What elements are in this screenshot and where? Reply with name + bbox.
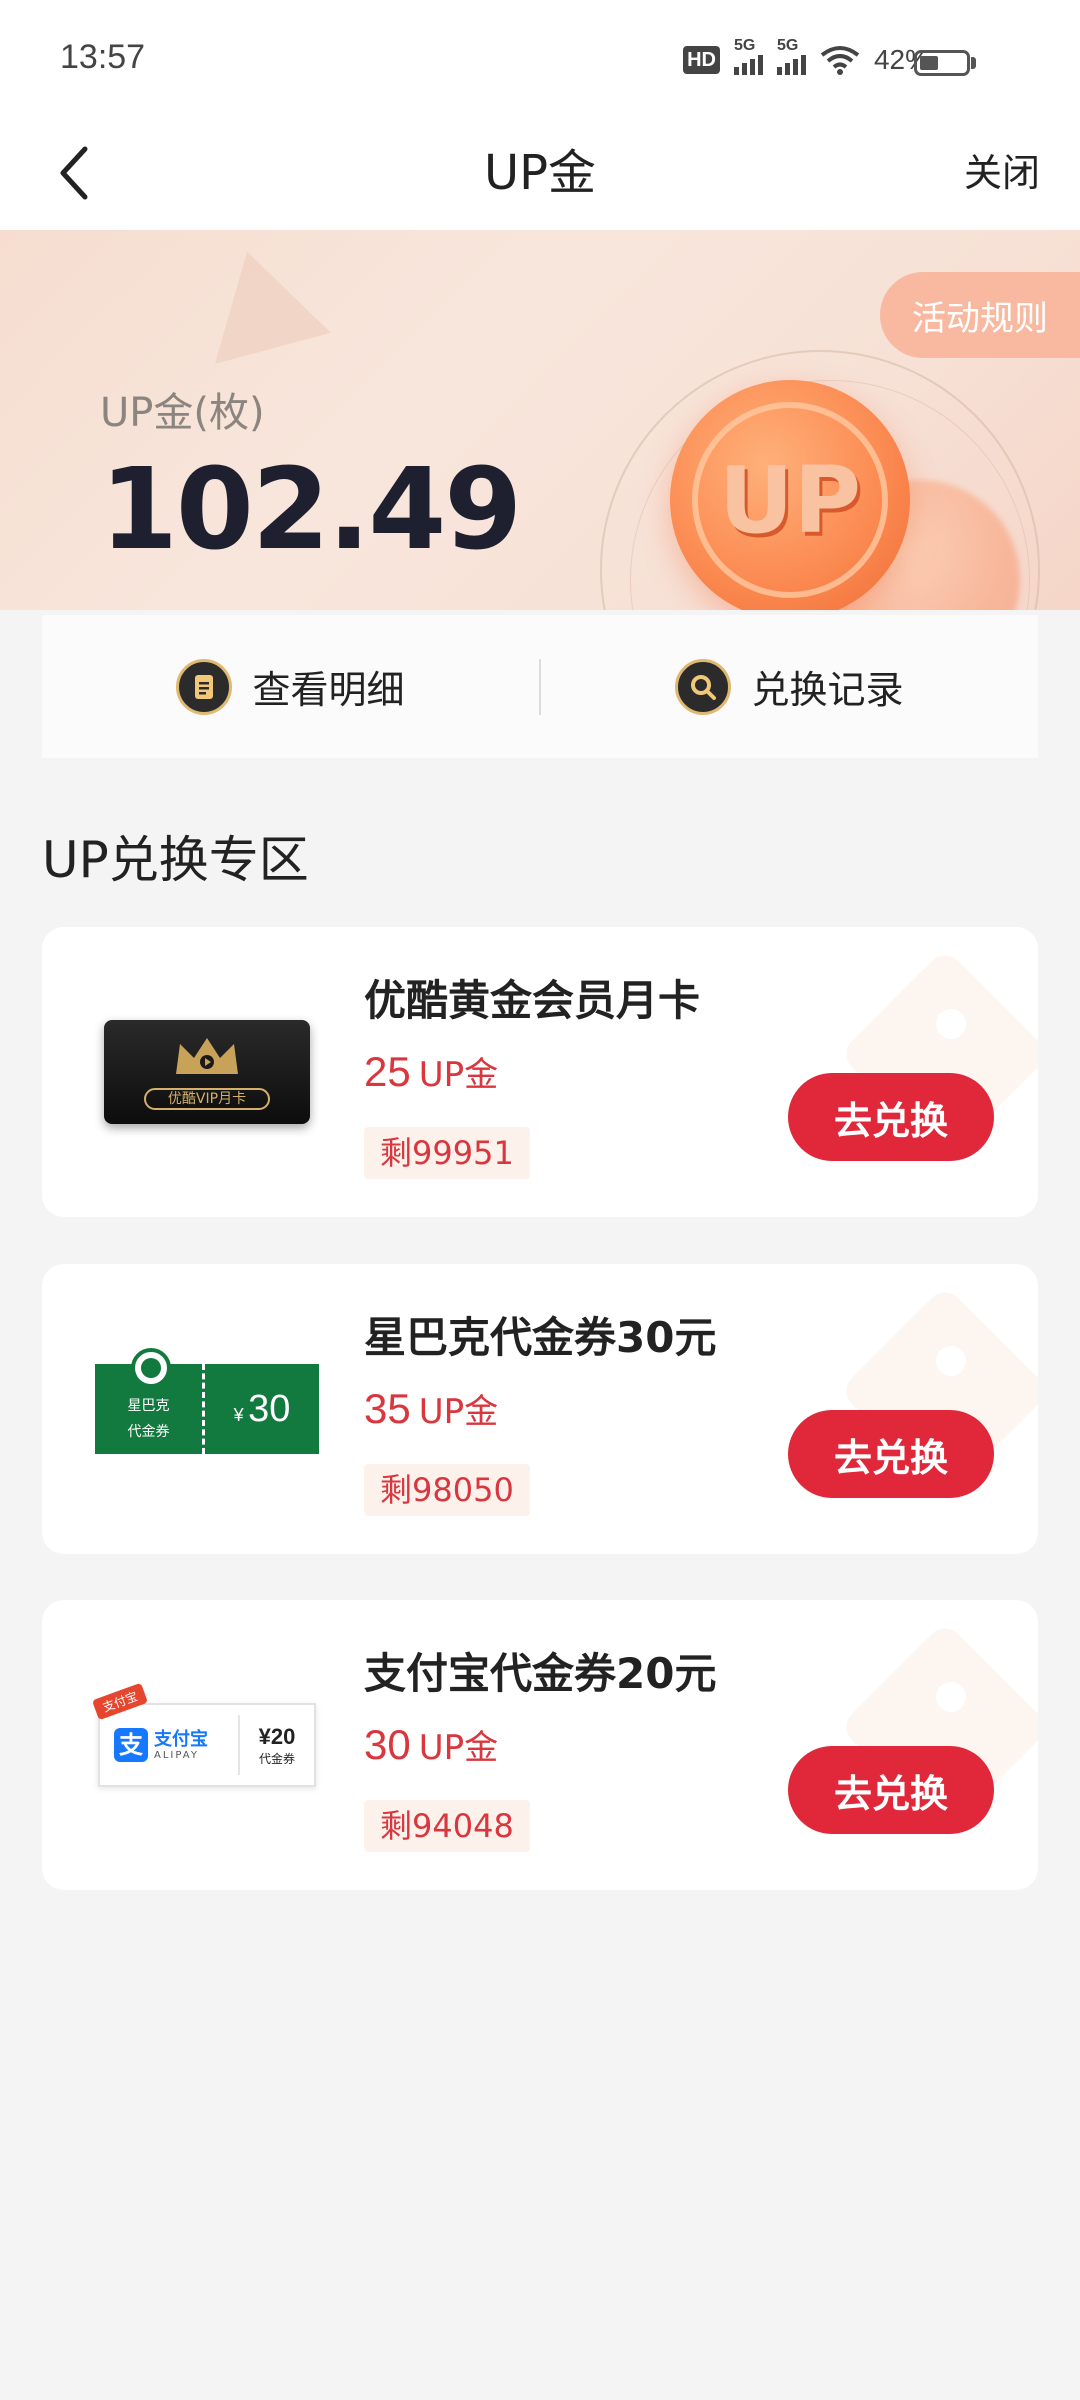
product-card: 星巴克 代金券 ¥ 30 星巴克代金券30元 35 UP金 剩98050 去兑换 bbox=[42, 1264, 1038, 1554]
up-coin-icon: UP bbox=[670, 380, 910, 610]
product-price: 30 UP金 bbox=[364, 1720, 498, 1769]
close-button[interactable]: 关闭 bbox=[964, 138, 1040, 208]
tag-hole bbox=[936, 1009, 966, 1039]
view-details-button[interactable]: 查看明细 bbox=[42, 615, 539, 758]
price-value: 30 bbox=[364, 1721, 411, 1768]
balance-value: 102.49 bbox=[100, 445, 522, 575]
starbucks-logo-icon bbox=[131, 1348, 171, 1388]
status-icons: HD 5G 5G 42% bbox=[683, 37, 930, 80]
document-icon bbox=[176, 658, 233, 715]
product-title: 优酷黄金会员月卡 bbox=[364, 976, 701, 1025]
exchange-history-label: 兑换记录 bbox=[751, 668, 904, 712]
battery-level bbox=[920, 56, 939, 70]
voucher-currency: ¥ bbox=[233, 1404, 244, 1425]
up-coin-text: UP bbox=[692, 402, 888, 598]
signal-5g-icon: 5G bbox=[733, 37, 763, 75]
alipay-brand-block: 支付宝 ALIPAY bbox=[154, 1728, 208, 1761]
crown-icon bbox=[176, 1038, 238, 1074]
price-unit: UP金 bbox=[418, 1392, 499, 1432]
product-card: 优酷VIP月卡 优酷黄金会员月卡 25 UP金 剩99951 去兑换 bbox=[42, 927, 1038, 1217]
section-title: UP兑换专区 bbox=[42, 831, 309, 889]
wifi-icon bbox=[820, 46, 860, 75]
hd-icon: HD bbox=[683, 46, 720, 74]
product-card: 支付宝 支 支付宝 ALIPAY ¥20 代金券 支付宝代金券20元 30 UP… bbox=[42, 1600, 1038, 1890]
balance-hero: UP 活动规则 UP金(枚) 102.49 bbox=[0, 230, 1080, 610]
stock-badge: 剩98050 bbox=[364, 1464, 530, 1516]
product-image: 优酷VIP月卡 bbox=[82, 967, 332, 1177]
voucher-right: ¥20 代金券 bbox=[240, 1724, 314, 1767]
product-image: 支付宝 支 支付宝 ALIPAY ¥20 代金券 bbox=[82, 1640, 332, 1850]
stock-badge: 剩99951 bbox=[364, 1127, 530, 1179]
product-price: 25 UP金 bbox=[364, 1047, 498, 1096]
quick-actions: 查看明细 兑换记录 bbox=[42, 615, 1038, 758]
alipay-brand-sub: ALIPAY bbox=[154, 1749, 199, 1761]
youku-card-label: 优酷VIP月卡 bbox=[144, 1088, 270, 1110]
tag-hole bbox=[936, 1682, 966, 1712]
voucher-amount: 30 bbox=[248, 1387, 291, 1430]
stock-badge: 剩94048 bbox=[364, 1800, 530, 1852]
voucher-type: 代金券 bbox=[258, 1751, 295, 1766]
view-details-label: 查看明细 bbox=[252, 668, 405, 712]
product-price: 35 UP金 bbox=[364, 1384, 498, 1433]
alipay-brand: 支付宝 bbox=[154, 1728, 208, 1750]
tag-hole bbox=[936, 1346, 966, 1376]
status-bar: 13:57 HD 5G 5G 42% bbox=[0, 0, 1080, 118]
balance-label: UP金(枚) bbox=[100, 390, 265, 436]
page-title: UP金 bbox=[483, 145, 597, 201]
price-value: 35 bbox=[364, 1385, 411, 1432]
price-unit: UP金 bbox=[418, 1728, 499, 1768]
redeem-button[interactable]: 去兑换 bbox=[788, 1746, 994, 1834]
alipay-logo-icon: 支 bbox=[114, 1728, 148, 1762]
starbucks-voucher-image: 星巴克 代金券 ¥ 30 bbox=[95, 1348, 319, 1454]
voucher-right: ¥ 30 bbox=[205, 1388, 319, 1431]
price-unit: UP金 bbox=[418, 1055, 499, 1095]
voucher-left: 支 支付宝 ALIPAY bbox=[100, 1715, 240, 1775]
nav-bar: UP金 关闭 bbox=[0, 118, 1080, 230]
product-image: 星巴克 代金券 ¥ 30 bbox=[82, 1304, 332, 1514]
status-time: 13:57 bbox=[60, 38, 146, 76]
exchange-history-button[interactable]: 兑换记录 bbox=[541, 615, 1038, 758]
activity-rules-button[interactable]: 活动规则 bbox=[880, 272, 1080, 358]
alipay-voucher-image: 支付宝 支 支付宝 ALIPAY ¥20 代金券 bbox=[91, 1682, 316, 1787]
voucher-amount: ¥20 bbox=[258, 1723, 296, 1749]
signal-5g-icon: 5G bbox=[776, 37, 806, 75]
redeem-button[interactable]: 去兑换 bbox=[788, 1073, 994, 1161]
decorative-triangle bbox=[189, 236, 331, 364]
network-label: 5G bbox=[733, 37, 756, 54]
product-title: 星巴克代金券30元 bbox=[364, 1313, 717, 1362]
price-value: 25 bbox=[364, 1048, 411, 1095]
youku-vip-card-image: 优酷VIP月卡 bbox=[104, 1020, 310, 1124]
network-label: 5G bbox=[776, 37, 799, 54]
redeem-button[interactable]: 去兑换 bbox=[788, 1410, 994, 1498]
product-title: 支付宝代金券20元 bbox=[364, 1649, 717, 1698]
voucher-brand: 星巴克 bbox=[127, 1398, 170, 1414]
search-icon bbox=[675, 658, 732, 715]
battery-tip bbox=[971, 57, 976, 69]
battery-icon bbox=[914, 50, 970, 76]
voucher-type: 代金券 bbox=[127, 1424, 170, 1440]
